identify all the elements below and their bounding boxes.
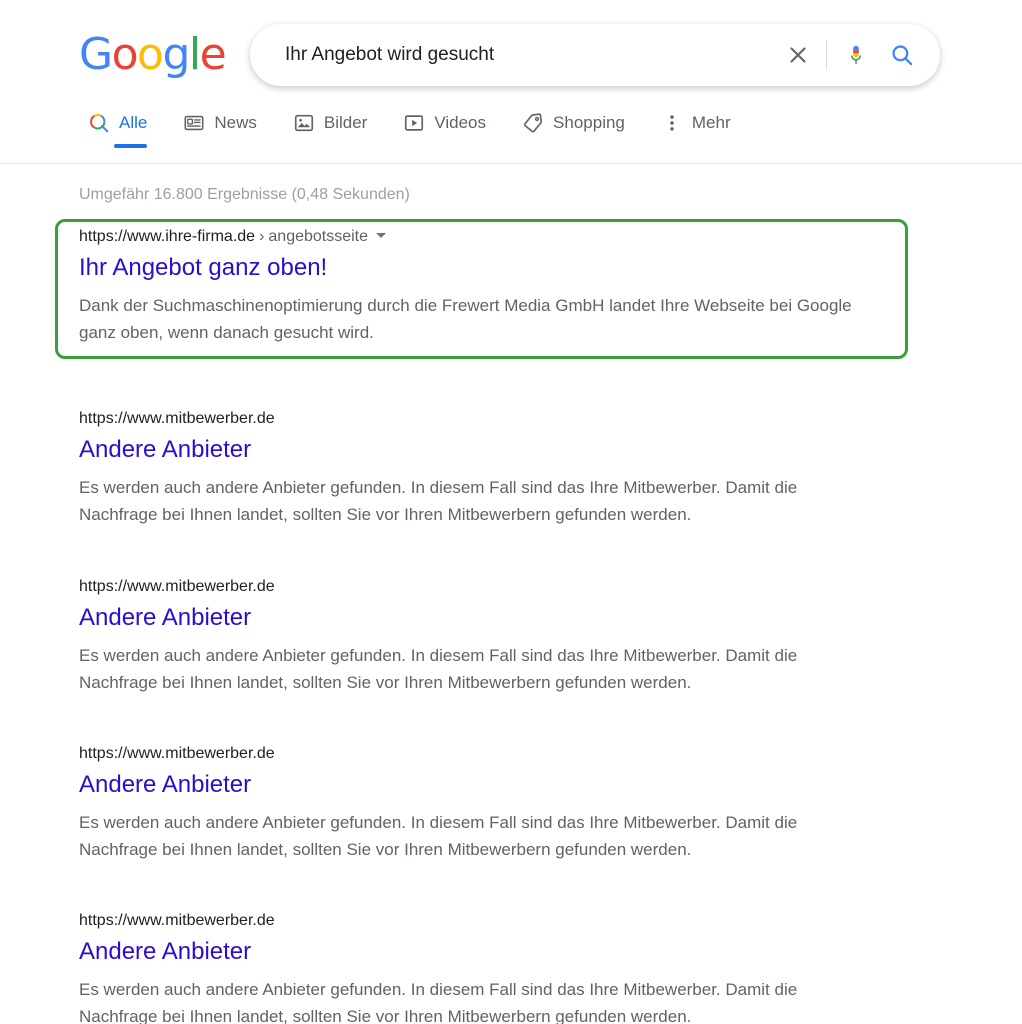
- video-icon: [403, 112, 425, 134]
- search-box-divider: [826, 40, 827, 70]
- tab-bilder[interactable]: Bilder: [293, 112, 367, 148]
- tab-label: Bilder: [323, 113, 368, 132]
- search-box[interactable]: [250, 24, 940, 86]
- tab-label: Mehr: [691, 113, 731, 132]
- result-url[interactable]: https://www.mitbewerber.de: [79, 912, 879, 930]
- tab-mehr[interactable]: Mehr: [661, 112, 731, 148]
- tag-icon: [522, 112, 544, 134]
- result-snippet: Dank der Suchmaschinenoptimierung durch …: [79, 296, 852, 342]
- result-title-link[interactable]: Andere Anbieter: [79, 603, 879, 633]
- logo-letter-o2: o: [137, 29, 164, 80]
- result-url-domain: https://www.mitbewerber.de: [79, 578, 275, 595]
- result-url-domain: https://www.mitbewerber.de: [79, 745, 275, 762]
- header-divider: [0, 163, 1022, 164]
- result-snippet: Es werden auch andere Anbieter gefunden.…: [79, 646, 798, 692]
- search-icon: [892, 45, 913, 66]
- highlighted-result: https://www.ihre-firma.de › angebotsseite …: [79, 228, 879, 346]
- result-stats: Umgefähr 16.800 Ergebnisse (0,48 Sekunde…: [79, 186, 410, 203]
- result-url[interactable]: https://www.mitbewerber.de: [79, 745, 879, 763]
- result-snippet: Es werden auch andere Anbieter gefunden.…: [79, 478, 798, 524]
- logo-letter-e: e: [199, 29, 227, 80]
- result-url[interactable]: https://www.mitbewerber.de: [79, 578, 879, 596]
- tab-alle[interactable]: Alle: [88, 112, 148, 148]
- result-url-separator: ›: [259, 228, 265, 245]
- result-title-link[interactable]: Andere Anbieter: [79, 435, 879, 465]
- result-snippet: Es werden auch andere Anbieter gefunden.…: [79, 980, 798, 1024]
- result-item: https://www.mitbewerber.de Andere Anbiet…: [79, 745, 879, 863]
- result-url[interactable]: https://www.mitbewerber.de: [79, 410, 879, 428]
- tab-label: Alle: [119, 113, 148, 132]
- news-icon: [183, 112, 205, 134]
- microphone-icon: [850, 45, 862, 64]
- result-title-link[interactable]: Andere Anbieter: [79, 937, 879, 967]
- result-item: https://www.mitbewerber.de Andere Anbiet…: [79, 912, 879, 1024]
- tab-shopping[interactable]: Shopping: [522, 112, 625, 148]
- logo-letter-g1: G: [79, 29, 113, 80]
- google-search-results-page: Google Ihr Angebot wird gesucht Alle New…: [0, 0, 1022, 1024]
- result-url-path: angebotsseite: [268, 228, 369, 245]
- result-url-domain: https://www.mitbewerber.de: [79, 912, 275, 929]
- tab-news[interactable]: News: [183, 112, 257, 148]
- search-tabs: Alle News Bilder Videos Shopping Mehr: [88, 112, 767, 148]
- google-logo[interactable]: Google: [79, 29, 227, 80]
- logo-letter-l: l: [188, 29, 201, 80]
- close-icon: [790, 47, 806, 63]
- voice-search-button[interactable]: [833, 32, 879, 78]
- search-icon: [88, 112, 110, 134]
- result-url[interactable]: https://www.ihre-firma.de › angebotsseite: [79, 228, 879, 246]
- logo-letter-o1: o: [111, 29, 139, 80]
- more-vertical-icon: [661, 112, 683, 134]
- chevron-down-icon[interactable]: [376, 233, 387, 238]
- result-title-link[interactable]: Ihr Angebot ganz oben!: [79, 253, 879, 283]
- clear-search-button[interactable]: [776, 33, 820, 77]
- tab-label: Shopping: [553, 113, 625, 132]
- tab-videos[interactable]: Videos: [403, 112, 486, 148]
- result-item: https://www.mitbewerber.de Andere Anbiet…: [79, 578, 879, 696]
- search-header: Google Ihr Angebot wird gesucht Alle New…: [0, 0, 1022, 164]
- result-url-domain: https://www.mitbewerber.de: [79, 410, 275, 427]
- image-icon: [293, 112, 315, 134]
- result-snippet: Es werden auch andere Anbieter gefunden.…: [79, 813, 798, 859]
- result-url-domain: https://www.ihre-firma.de: [79, 228, 256, 245]
- result-title-link[interactable]: Andere Anbieter: [79, 770, 879, 800]
- tab-label: Videos: [434, 113, 487, 132]
- logo-letter-g2: g: [162, 29, 190, 80]
- result-item: https://www.mitbewerber.de Andere Anbiet…: [79, 410, 879, 528]
- search-submit-button[interactable]: [879, 32, 925, 78]
- tab-label: News: [214, 113, 257, 132]
- search-input[interactable]: [283, 43, 776, 67]
